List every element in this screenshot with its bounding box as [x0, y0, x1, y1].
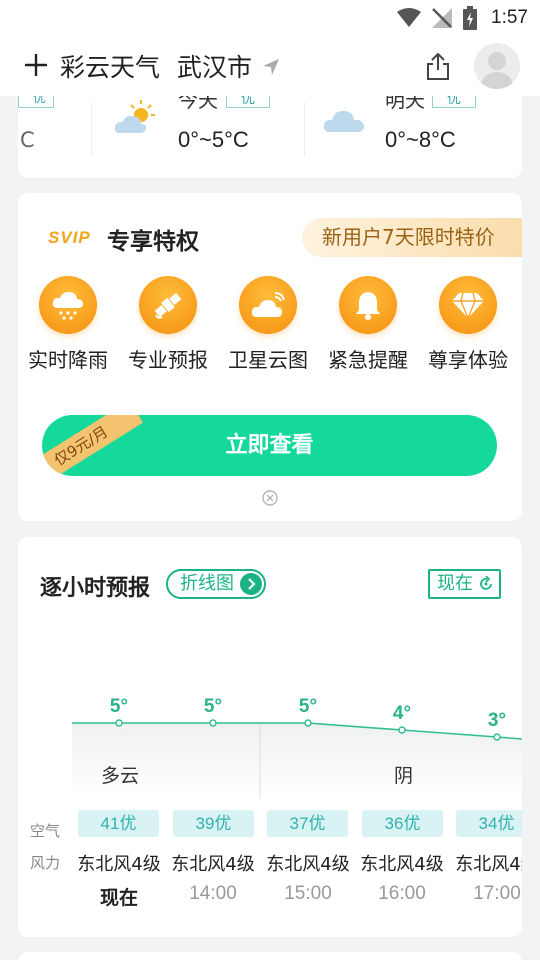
temperature-point	[209, 719, 217, 727]
toggle-label: 折线图	[180, 573, 234, 594]
add-city-icon[interactable]	[24, 53, 48, 77]
wind-row-label: 风力	[30, 854, 61, 872]
hourly-temperature-chart: 5° 5° 5° 4° 3°	[72, 696, 522, 799]
temp-range: 0°~8°C	[385, 127, 456, 152]
wind-text: 东北风4级	[77, 854, 161, 875]
aqi-badge: 优	[226, 96, 270, 108]
satellite-icon	[154, 292, 182, 319]
battery-charging-icon	[463, 6, 478, 30]
aqi-badge: 36优	[362, 810, 443, 837]
temperature-label: 5°	[299, 696, 317, 717]
vip-title: 专享特权	[107, 229, 199, 255]
aqi-badge: 34优	[456, 810, 522, 837]
temperature-label: 5°	[110, 696, 128, 717]
diamond-icon	[452, 292, 484, 319]
feature-label: 紧急提醒	[328, 348, 408, 372]
temp-range: 0°~5°C	[178, 127, 249, 152]
chevron-right-icon	[240, 573, 262, 595]
refresh-icon	[480, 576, 492, 590]
temperature-label: 3°	[488, 710, 506, 731]
line-chart-toggle[interactable]: 折线图	[166, 569, 266, 599]
temperature-label: 5°	[204, 696, 222, 717]
wifi-icon	[397, 8, 422, 27]
divider	[304, 102, 305, 156]
feature-premium-experience[interactable]: 尊享体验	[420, 276, 516, 373]
status-time: 1:57	[491, 7, 528, 28]
feature-label: 卫星云图	[228, 348, 308, 372]
time-label: 现在	[99, 887, 138, 909]
condition-label: 多云	[101, 765, 140, 787]
section-title: 逐小时预报	[40, 576, 151, 601]
condition-label: 阴	[394, 765, 414, 787]
temperature-label: 4°	[393, 703, 411, 724]
close-icon[interactable]	[262, 490, 278, 506]
hourly-forecast-card: 逐小时预报 折线图 现在 5° 5° 5° 4° 3° 多云 阴 空气 风力 41优 3…	[18, 537, 522, 937]
user-icon	[480, 52, 514, 89]
temp-range: C	[20, 128, 35, 152]
location-arrow-icon	[263, 59, 279, 75]
city-name[interactable]: 武汉市	[177, 48, 252, 84]
feature-label: 专业预报	[128, 348, 208, 372]
now-button[interactable]: 现在	[428, 569, 501, 599]
cloud-signal-icon	[251, 292, 285, 317]
next-card	[18, 952, 522, 960]
no-signal-icon	[432, 8, 453, 28]
feature-realtime-rain[interactable]: 实时降雨	[20, 276, 116, 373]
cloud-icon	[323, 111, 364, 132]
wind-text: 东北风4级	[171, 854, 255, 875]
aqi-badge: 39优	[173, 810, 254, 837]
wind-text: 东北风4级	[360, 854, 444, 875]
feature-pro-forecast[interactable]: 专业预报	[120, 276, 216, 373]
time-label: 17:00	[473, 883, 521, 904]
temperature-point	[304, 719, 312, 727]
view-now-button[interactable]: 立即查看 仅9元/月	[42, 415, 497, 476]
daily-forecast-card[interactable]: 优 C 今天 优 0°~5°C 明天 优 0°~8°C	[18, 96, 522, 178]
day-label: 明天	[385, 96, 425, 112]
share-icon[interactable]	[424, 51, 452, 81]
app-header: 彩云天气 武汉市	[0, 36, 540, 96]
new-user-promo-badge[interactable]: 新用户7天限时特价	[302, 218, 522, 257]
aqi-badge: 优	[18, 96, 54, 108]
app-title: 彩云天气	[60, 53, 161, 82]
time-label: 14:00	[189, 883, 237, 904]
temperature-point	[115, 719, 123, 727]
feature-label: 尊享体验	[428, 348, 508, 372]
feature-satellite-map[interactable]: 卫星云图	[220, 276, 316, 373]
avatar[interactable]	[474, 43, 520, 89]
temperature-point	[398, 726, 406, 734]
svip-logo: SVIP	[48, 228, 91, 247]
temperature-point	[493, 733, 501, 741]
status-bar: 1:57	[0, 0, 540, 36]
divider	[91, 102, 92, 156]
time-label: 16:00	[378, 883, 426, 904]
rain-cloud-icon	[52, 292, 83, 320]
aqi-badge: 优	[432, 96, 476, 108]
air-row-label: 空气	[30, 822, 61, 840]
feature-label: 实时降雨	[28, 348, 108, 372]
partly-sunny-icon	[114, 100, 155, 133]
vip-card: SVIP 专享特权 新用户7天限时特价 实时降雨 专业预报 卫星云图 紧急提醒 …	[18, 193, 522, 521]
feature-emergency-alert[interactable]: 紧急提醒	[320, 276, 416, 373]
aqi-badge: 37优	[267, 810, 348, 837]
wind-text: 东北风4级	[266, 854, 350, 875]
aqi-badge: 41优	[78, 810, 159, 837]
wind-text: 东北风4级	[455, 854, 522, 875]
bell-icon	[356, 292, 380, 320]
time-label: 15:00	[284, 883, 332, 904]
day-label: 今天	[178, 96, 218, 112]
now-button-label: 现在	[437, 573, 473, 594]
